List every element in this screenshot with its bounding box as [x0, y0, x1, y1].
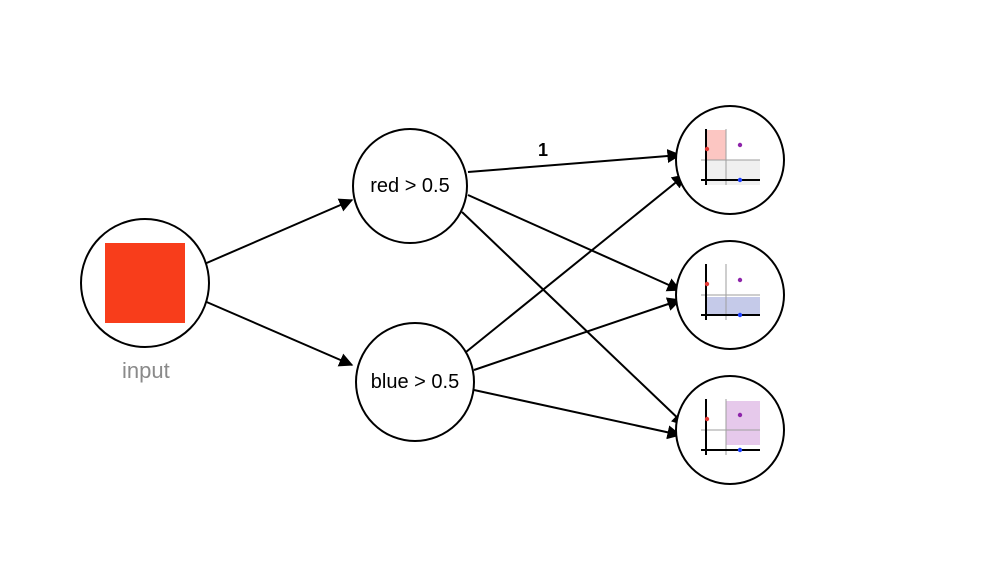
output-node-1	[675, 105, 785, 215]
edge-blue-out3	[474, 390, 680, 435]
mini-plot-1	[695, 125, 765, 195]
input-caption: input	[122, 358, 170, 384]
output-node-3	[675, 375, 785, 485]
input-color-swatch	[105, 243, 185, 323]
edge-red-out1	[468, 155, 680, 172]
edge-input-red	[202, 200, 352, 265]
rule-node-blue: blue > 0.5	[355, 322, 475, 442]
rule-label: blue > 0.5	[371, 371, 459, 394]
output-node-2	[675, 240, 785, 350]
edge-blue-out2	[474, 300, 680, 370]
mini-plot-2	[695, 260, 765, 330]
edge-input-blue	[202, 300, 352, 365]
rule-label: red > 0.5	[370, 175, 450, 198]
edge-blue-out1	[466, 175, 685, 352]
rule-node-red: red > 0.5	[352, 128, 468, 244]
input-node	[80, 218, 210, 348]
mini-plot-3	[695, 395, 765, 465]
edge-red-out3	[462, 212, 685, 425]
edge-red-out2	[468, 195, 680, 290]
edge-label-1: 1	[538, 140, 548, 161]
